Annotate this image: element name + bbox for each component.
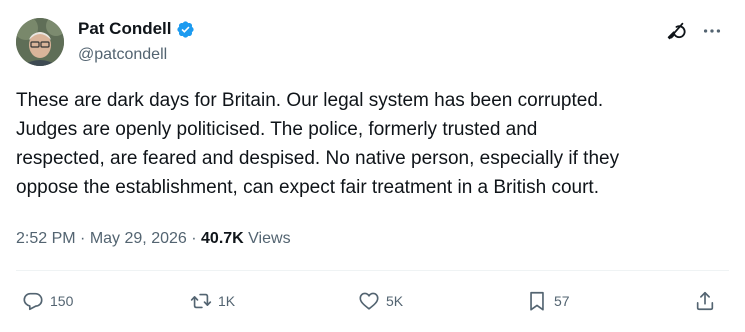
like-button[interactable]: 5K [358, 288, 403, 314]
grok-icon[interactable] [665, 20, 687, 42]
more-icon[interactable] [700, 20, 724, 42]
like-count: 5K [386, 293, 404, 309]
author-handle[interactable]: @patcondell [78, 44, 167, 66]
views-count[interactable]: 40.7K [201, 230, 244, 247]
tweet-date[interactable]: May 29, 2026 [90, 230, 187, 247]
bookmark-button[interactable]: 57 [526, 288, 570, 314]
meta-separator: · [80, 230, 86, 247]
action-bar: 150 1K 5K 57 [0, 288, 745, 314]
tweet-text: These are dark days for Britain. Our leg… [16, 90, 620, 198]
author-name[interactable]: Pat Condell [78, 18, 195, 40]
reply-button[interactable]: 150 [22, 288, 73, 314]
divider [16, 270, 729, 271]
like-icon [359, 292, 379, 310]
bookmark-count: 57 [554, 293, 570, 309]
tweet-time[interactable]: 2:52 PM [16, 230, 76, 247]
retweet-icon [190, 293, 212, 309]
avatar-photo [16, 18, 64, 66]
avatar[interactable] [16, 18, 64, 66]
views-label: Views [248, 230, 291, 247]
author-name-text[interactable]: Pat Condell [78, 18, 172, 40]
tweet-meta: 2:52 PM · May 29, 2026 · 40.7K Views [16, 228, 291, 250]
share-button[interactable] [694, 288, 716, 314]
meta-separator-2: · [191, 230, 197, 247]
retweet-count: 1K [218, 293, 236, 309]
bookmark-icon [530, 291, 544, 311]
tweet-card: Pat Condell @patcondell These are dark d… [0, 0, 745, 332]
retweet-button[interactable]: 1K [190, 288, 235, 314]
reply-count: 150 [50, 293, 74, 309]
verified-badge-icon[interactable] [176, 20, 195, 39]
share-icon [696, 291, 714, 311]
reply-icon [23, 292, 43, 311]
